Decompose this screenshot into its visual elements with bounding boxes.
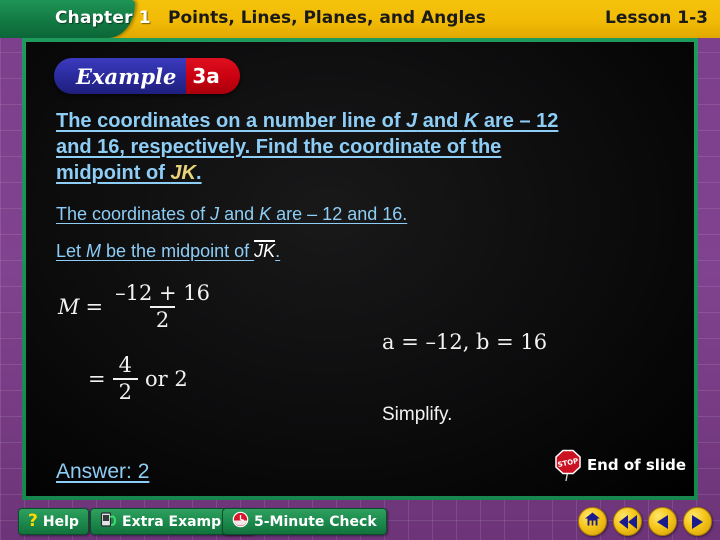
five-minute-check-label: 5-Minute Check bbox=[254, 513, 377, 530]
fraction-2-denominator: 2 bbox=[112, 377, 138, 404]
example-badge-word: Example bbox=[54, 58, 187, 94]
answer-label: Answer: 2 bbox=[56, 460, 150, 483]
home-icon bbox=[584, 511, 601, 532]
page-title: Points, Lines, Planes, and Angles bbox=[168, 8, 486, 28]
slide-header: Chapter 1 Points, Lines, Planes, and Ang… bbox=[0, 0, 720, 38]
question-line-2: and 16, respectively. Find the coordinat… bbox=[56, 136, 502, 158]
point-j-label: J bbox=[210, 204, 220, 224]
simplify-note: Simplify. bbox=[382, 404, 453, 425]
substitution-note: a = –12, b = 16 bbox=[382, 330, 548, 354]
nav-next-button[interactable] bbox=[683, 507, 712, 536]
end-of-slide-marker: STOP End of slide bbox=[555, 448, 686, 482]
statement-line-1: The coordinates of J and K are – 12 and … bbox=[56, 204, 407, 225]
statement-text-d: Let bbox=[56, 241, 87, 261]
question-text-b: and bbox=[417, 110, 464, 132]
left-arrow-icon bbox=[657, 514, 668, 529]
equals-sign-2: = bbox=[88, 366, 106, 391]
fraction-1-numerator: –12 + 16 bbox=[115, 281, 211, 305]
equation-line-2: = 4 2 or 2 bbox=[88, 354, 188, 403]
fraction-1: –12 + 16 2 bbox=[109, 282, 216, 331]
five-minute-check-button[interactable]: 5-Minute Check bbox=[222, 508, 387, 535]
question-text-d: midpoint of bbox=[56, 162, 171, 184]
statement-text-e: be the midpoint of bbox=[101, 241, 255, 261]
equation-line-1: M = –12 + 16 2 bbox=[58, 282, 216, 331]
question-text-e: . bbox=[196, 162, 202, 184]
lesson-label: Lesson 1-3 bbox=[604, 8, 708, 28]
slide-root: Chapter 1 Points, Lines, Planes, and Ang… bbox=[0, 0, 720, 540]
question-text-a: The coordinates on a number line of bbox=[56, 110, 407, 132]
statement-text-b: and bbox=[219, 204, 260, 224]
bottom-toolbar: ? Help Extra Examples 5-Minute Check bbox=[0, 503, 720, 540]
example-badge-number: 3a bbox=[186, 58, 240, 94]
statement-text-c: are – 12 and 16. bbox=[271, 204, 408, 224]
point-j: J bbox=[406, 110, 418, 132]
fraction-2-numerator: 4 bbox=[118, 353, 132, 377]
double-left-arrow-icon bbox=[618, 514, 637, 529]
question-line-1: The coordinates on a number line of J an… bbox=[56, 110, 558, 133]
content-stage: Example 3a The coordinates on a number l… bbox=[26, 42, 694, 496]
equation-line-2-tail: or 2 bbox=[144, 366, 188, 391]
fraction-2: 4 2 bbox=[112, 353, 138, 404]
statement-line-2: Let M be the midpoint of JK. bbox=[56, 240, 280, 262]
question-text-c: are – 12 bbox=[478, 110, 559, 132]
statement-text-a: The coordinates of bbox=[56, 204, 211, 224]
book-icon bbox=[100, 511, 117, 532]
example-badge: Example 3a bbox=[54, 58, 240, 94]
equation-variable-m: M bbox=[58, 294, 80, 319]
nav-rewind-button[interactable] bbox=[613, 507, 642, 536]
content-frame: Example 3a The coordinates on a number l… bbox=[22, 38, 698, 500]
question-mark-icon: ? bbox=[28, 511, 38, 531]
question-line-3: midpoint of JK. bbox=[56, 162, 202, 185]
right-arrow-icon bbox=[692, 514, 703, 529]
segment-jk-highlight: JK bbox=[170, 162, 196, 184]
point-k: K bbox=[463, 110, 479, 132]
chapter-label: Chapter 1 bbox=[55, 8, 151, 28]
help-button[interactable]: ? Help bbox=[18, 508, 89, 535]
help-button-label: Help bbox=[42, 513, 79, 530]
end-of-slide-label: End of slide bbox=[586, 456, 686, 474]
midpoint-m-label: M bbox=[86, 241, 102, 261]
equals-sign-1: = bbox=[85, 294, 104, 319]
segment-jk-overline: JK bbox=[254, 240, 276, 261]
statement-text-f: . bbox=[275, 241, 281, 261]
nav-previous-button[interactable] bbox=[648, 507, 677, 536]
nav-home-button[interactable] bbox=[578, 507, 607, 536]
point-k-label: K bbox=[259, 204, 272, 224]
clock-icon bbox=[232, 511, 249, 532]
fraction-1-denominator: 2 bbox=[149, 305, 176, 332]
stop-sign-icon: STOP bbox=[555, 448, 585, 482]
